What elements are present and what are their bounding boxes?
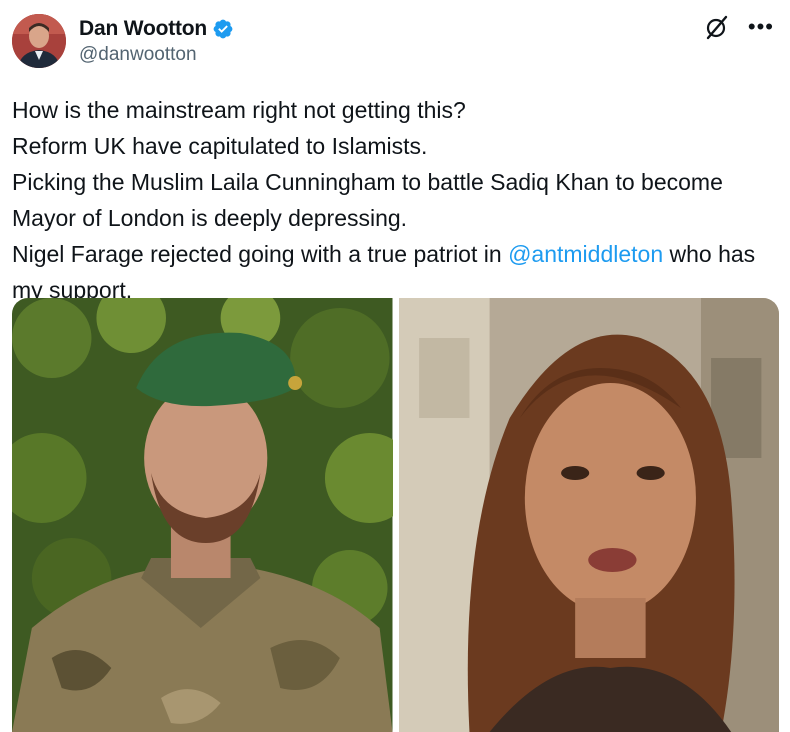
tweet-line: Nigel Farage rejected going with a true …: [12, 236, 782, 272]
tweet-line: Reform UK have capitulated to Islamists.: [12, 128, 782, 164]
text-segment: Mayor of London is deeply depressing.: [12, 205, 408, 231]
text-segment: Picking the Muslim Laila Cunningham to b…: [12, 169, 723, 195]
author-avatar[interactable]: [12, 14, 66, 68]
verified-badge-icon: [213, 19, 233, 39]
avatar-image: [12, 14, 66, 68]
tweet-media: [12, 298, 779, 732]
tweet-line: Picking the Muslim Laila Cunningham to b…: [12, 164, 782, 200]
tweet-actions: •••: [704, 14, 774, 40]
mention-link[interactable]: @antmiddleton: [508, 241, 663, 267]
author-display-name[interactable]: Dan Wootton: [79, 17, 207, 41]
grok-icon[interactable]: [704, 14, 730, 40]
man-in-green-beret-camouflage-photo: [12, 298, 393, 732]
media-image-right[interactable]: [398, 298, 779, 732]
text-segment: Nigel Farage rejected going with a true …: [12, 241, 509, 267]
tweet-text: How is the mainstream right not getting …: [12, 92, 782, 308]
tweet-card: Dan Wootton @danwootton ••• How is the m…: [0, 0, 790, 732]
author-names: Dan Wootton @danwootton: [79, 16, 234, 66]
text-segment: How is the mainstream right not getting …: [12, 97, 466, 123]
more-options-icon[interactable]: •••: [748, 16, 774, 38]
tweet-line: How is the mainstream right not getting …: [12, 92, 782, 128]
text-segment: Reform UK have capitulated to Islamists.: [12, 133, 428, 159]
author-handle[interactable]: @danwootton: [79, 44, 234, 66]
media-image-left[interactable]: [12, 298, 393, 732]
tweet-line: Mayor of London is deeply depressing.: [12, 200, 782, 236]
woman-speaking-photo: [398, 298, 779, 732]
text-segment: who has: [663, 241, 756, 267]
